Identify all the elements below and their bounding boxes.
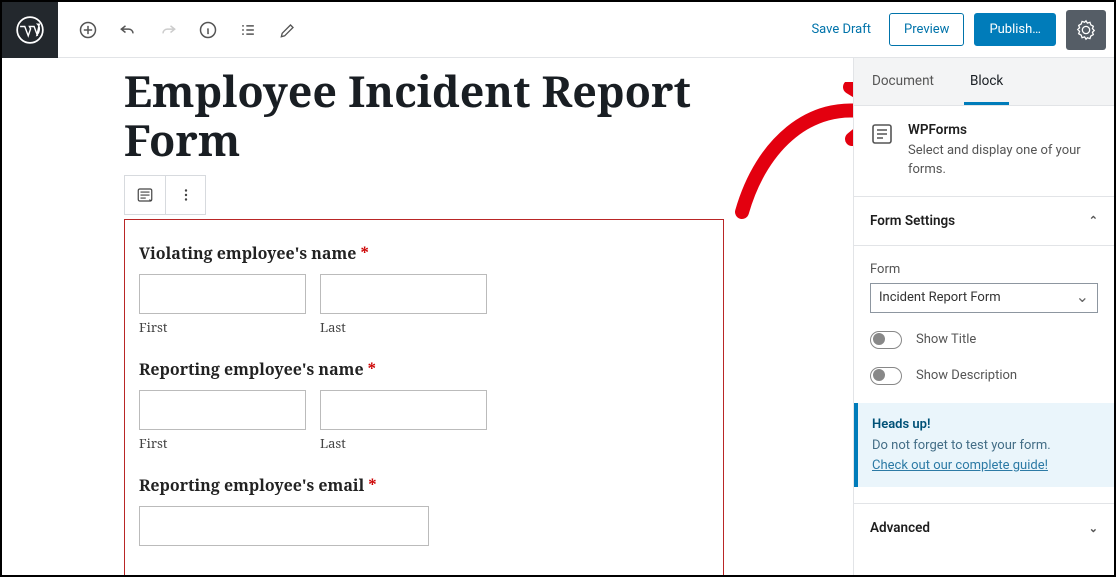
gear-icon bbox=[1075, 19, 1097, 41]
settings-sidebar: Document Block WPForms Select and displa… bbox=[853, 58, 1114, 575]
field-sublabel: First bbox=[139, 318, 306, 336]
editor-canvas: Employee Incident Report Form Violating … bbox=[2, 58, 853, 575]
edit-button[interactable] bbox=[270, 12, 306, 48]
undo-button[interactable] bbox=[110, 12, 146, 48]
info-button[interactable] bbox=[190, 12, 226, 48]
field-label: Reporting employee's email * bbox=[139, 474, 709, 496]
form-settings-header[interactable]: Form Settings ⌃ bbox=[854, 197, 1114, 246]
block-description: Select and display one of your forms. bbox=[908, 143, 1081, 177]
info-icon bbox=[198, 20, 218, 40]
save-draft-button[interactable]: Save Draft bbox=[803, 16, 879, 43]
last-name-input[interactable] bbox=[320, 390, 487, 430]
required-mark: * bbox=[361, 242, 369, 264]
close-sidebar-button[interactable] bbox=[1098, 58, 1114, 105]
wpforms-icon bbox=[870, 122, 894, 146]
plus-circle-icon bbox=[78, 20, 98, 40]
notice-heading: Heads up! bbox=[872, 415, 1100, 435]
wordpress-logo-icon bbox=[16, 16, 44, 44]
field-label: Violating employee's name * bbox=[139, 242, 709, 264]
show-description-toggle[interactable] bbox=[870, 367, 902, 385]
block-type-button[interactable] bbox=[125, 176, 165, 214]
field-sublabel: First bbox=[139, 434, 306, 452]
chevron-down-icon: ⌄ bbox=[1089, 522, 1098, 535]
publish-button[interactable]: Publish… bbox=[974, 13, 1056, 46]
undo-icon bbox=[118, 20, 138, 40]
tab-block[interactable]: Block bbox=[952, 58, 1021, 105]
show-title-toggle[interactable] bbox=[870, 331, 902, 349]
pencil-icon bbox=[278, 20, 298, 40]
notice-box: Heads up! Do not forget to test your for… bbox=[854, 403, 1114, 488]
outline-button[interactable] bbox=[230, 12, 266, 48]
form-block-icon bbox=[136, 186, 154, 204]
form-select-label: Form bbox=[870, 262, 1098, 277]
toggle-label: Show Title bbox=[916, 332, 976, 347]
list-icon bbox=[238, 20, 258, 40]
redo-icon bbox=[158, 20, 178, 40]
preview-button[interactable]: Preview bbox=[889, 13, 964, 46]
editor-topbar: Save Draft Preview Publish… bbox=[2, 2, 1114, 58]
field-sublabel: Last bbox=[320, 434, 487, 452]
sidebar-tabs: Document Block bbox=[854, 58, 1114, 106]
more-vertical-icon bbox=[177, 186, 195, 204]
wpforms-block[interactable]: Violating employee's name * First Last R… bbox=[124, 219, 724, 575]
page-title[interactable]: Employee Incident Report Form bbox=[124, 66, 724, 165]
first-name-input[interactable] bbox=[139, 390, 306, 430]
advanced-header[interactable]: Advanced ⌄ bbox=[854, 504, 1114, 552]
email-input[interactable] bbox=[139, 506, 429, 546]
toolbar-left-group bbox=[58, 12, 306, 48]
field-label: Reporting employee's name * bbox=[139, 358, 709, 380]
required-mark: * bbox=[368, 358, 376, 380]
block-more-button[interactable] bbox=[165, 176, 205, 214]
settings-button[interactable] bbox=[1066, 10, 1106, 50]
chevron-up-icon: ⌃ bbox=[1089, 214, 1098, 227]
notice-link[interactable]: Check out our complete guide! bbox=[872, 458, 1048, 473]
field-label: Date / Time of incident bbox=[139, 572, 709, 575]
arrow-annotation bbox=[722, 82, 853, 236]
add-block-button[interactable] bbox=[70, 12, 106, 48]
form-select[interactable]: Incident Report Form bbox=[870, 283, 1098, 313]
form-settings-body: Form Incident Report Form Show Title Sho… bbox=[854, 246, 1114, 505]
wordpress-logo[interactable] bbox=[2, 2, 58, 58]
toolbar-right-group: Save Draft Preview Publish… bbox=[803, 10, 1114, 50]
notice-text: Do not forget to test your form. bbox=[872, 438, 1051, 453]
tab-document[interactable]: Document bbox=[854, 58, 952, 105]
block-toolbar bbox=[124, 175, 206, 215]
block-info-panel: WPForms Select and display one of your f… bbox=[854, 106, 1114, 197]
last-name-input[interactable] bbox=[320, 274, 487, 314]
block-name-label: WPForms bbox=[908, 122, 1098, 138]
first-name-input[interactable] bbox=[139, 274, 306, 314]
required-mark: * bbox=[368, 474, 376, 496]
toggle-label: Show Description bbox=[916, 368, 1017, 383]
redo-button[interactable] bbox=[150, 12, 186, 48]
field-sublabel: Last bbox=[320, 318, 487, 336]
